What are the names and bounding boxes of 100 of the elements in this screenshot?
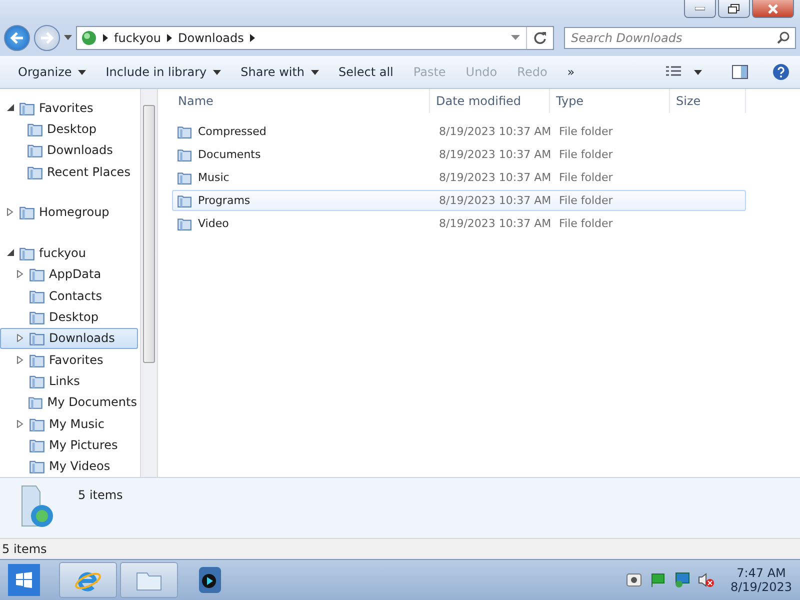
folder-icon <box>19 204 35 220</box>
file-type: File folder <box>559 125 613 138</box>
file-name: Video <box>198 217 229 230</box>
arrow-icon[interactable] <box>167 34 172 42</box>
folder-icon <box>29 266 45 282</box>
tree-item[interactable]: Links <box>0 370 138 392</box>
tree-item[interactable]: My Pictures <box>0 434 138 456</box>
breadcrumb[interactable]: Downloads <box>178 31 244 45</box>
folder-icon <box>28 394 44 410</box>
toolbar-button[interactable]: » <box>559 65 583 79</box>
address-bar[interactable]: fuckyou Downloads <box>76 26 554 50</box>
folder-icon <box>27 142 43 158</box>
tree-item[interactable]: Contacts <box>0 284 138 306</box>
globe-icon <box>81 30 97 46</box>
file-name: Documents <box>198 148 261 161</box>
status-bar: 5 items <box>0 538 800 559</box>
arrow-icon[interactable] <box>250 34 255 42</box>
toolbar-button[interactable]: Select all <box>330 65 402 79</box>
close-icon <box>767 4 779 14</box>
toolbar-button[interactable]: Organize <box>10 65 94 79</box>
media-player-icon <box>197 566 223 594</box>
folder-icon <box>29 330 45 346</box>
expand-icon[interactable] <box>17 334 23 342</box>
file-row[interactable]: Documents 8/19/2023 10:37 AM File folder <box>172 144 746 165</box>
network-icon[interactable] <box>674 572 690 588</box>
close-button[interactable] <box>752 0 794 18</box>
file-row[interactable]: Programs 8/19/2023 10:37 AM File folder <box>172 190 746 211</box>
muted-speaker-icon[interactable] <box>698 572 714 588</box>
tree-item[interactable]: AppData <box>0 264 138 285</box>
scrollbar-thumb[interactable] <box>143 105 155 363</box>
folder-icon <box>177 193 192 208</box>
file-name: Compressed <box>198 125 266 138</box>
date-modified: 8/19/2023 10:37 AM <box>439 194 552 207</box>
file-row[interactable]: Music 8/19/2023 10:37 AM File folder <box>172 167 746 188</box>
folder-icon <box>177 147 192 162</box>
tray-icon[interactable] <box>626 572 642 588</box>
folder-icon <box>177 170 192 185</box>
arrow-icon[interactable] <box>103 34 108 42</box>
column-header[interactable]: Type <box>550 89 670 113</box>
collapse-icon[interactable] <box>7 249 14 256</box>
column-header[interactable]: Name <box>172 89 430 113</box>
back-button[interactable] <box>4 25 30 51</box>
file-type: File folder <box>559 171 613 184</box>
tree-item[interactable]: Favorites <box>0 97 138 118</box>
file-name: Music <box>198 171 230 184</box>
toolbar-button[interactable]: Share with <box>232 65 327 79</box>
tree-item[interactable]: Downloads <box>0 140 138 161</box>
column-header[interactable]: Size <box>670 89 746 113</box>
help-icon[interactable] <box>772 63 790 81</box>
scrollbar[interactable] <box>140 89 158 477</box>
preview-pane-icon[interactable] <box>732 65 748 79</box>
tree-item[interactable]: Desktop <box>0 306 138 328</box>
folder-icon <box>177 124 192 139</box>
tree-item[interactable]: My Music <box>0 412 138 434</box>
collapse-icon[interactable] <box>7 104 14 112</box>
date-modified: 8/19/2023 10:37 AM <box>439 148 552 161</box>
tree-item[interactable]: Desktop <box>0 118 138 140</box>
flag-icon[interactable] <box>650 572 666 588</box>
restore-icon <box>728 4 740 14</box>
tree-item[interactable]: fuckyou <box>0 242 138 264</box>
forward-button[interactable] <box>34 25 60 51</box>
expand-icon[interactable] <box>17 356 23 364</box>
expand-icon[interactable] <box>17 270 23 278</box>
restore-button[interactable] <box>718 0 750 18</box>
date-modified: 8/19/2023 10:37 AM <box>439 217 552 230</box>
tree-item[interactable]: My Videos <box>0 456 138 477</box>
item-count: 5 items <box>78 488 123 502</box>
start-button[interactable] <box>8 564 40 596</box>
expand-icon[interactable] <box>7 208 13 216</box>
view-list-icon[interactable] <box>666 66 682 78</box>
breadcrumb[interactable]: fuckyou <box>114 31 161 45</box>
file-type: File folder <box>559 194 613 207</box>
back-arrow-icon <box>10 32 24 44</box>
folder-icon <box>29 458 45 474</box>
file-row[interactable]: Video 8/19/2023 10:37 AM File folder <box>172 213 746 234</box>
forward-arrow-icon <box>40 32 54 44</box>
column-header[interactable]: Date modified <box>430 89 550 113</box>
minimize-button[interactable] <box>684 0 716 18</box>
date-modified: 8/19/2023 10:37 AM <box>439 171 552 184</box>
caret-icon[interactable] <box>64 35 72 41</box>
caret-icon[interactable] <box>694 70 702 74</box>
tree-item[interactable]: Recent Places <box>0 160 138 182</box>
refresh-icon[interactable] <box>533 31 547 45</box>
tree-item[interactable]: Downloads <box>0 328 138 349</box>
file-type: File folder <box>559 217 613 230</box>
file-name: Programs <box>198 194 250 207</box>
search-icon[interactable] <box>777 31 790 44</box>
expand-icon[interactable] <box>17 420 23 428</box>
windows-logo-icon <box>16 572 32 588</box>
folder-icon <box>177 216 192 231</box>
search-field[interactable]: Search Downloads <box>564 27 796 49</box>
minimize-icon <box>695 6 705 10</box>
toolbar-button[interactable]: Include in library <box>98 65 229 79</box>
date-modified: 8/19/2023 10:37 AM <box>439 125 552 138</box>
file-row[interactable]: Compressed 8/19/2023 10:37 AM File folder <box>172 121 746 142</box>
tree-item[interactable]: My Documents <box>0 392 138 413</box>
clock[interactable]: 7:47 AM 8/19/2023 <box>730 566 792 594</box>
folder-globe-icon <box>20 484 56 528</box>
tree-item[interactable]: Favorites <box>0 348 138 370</box>
tree-item[interactable]: Homegroup <box>0 202 138 223</box>
